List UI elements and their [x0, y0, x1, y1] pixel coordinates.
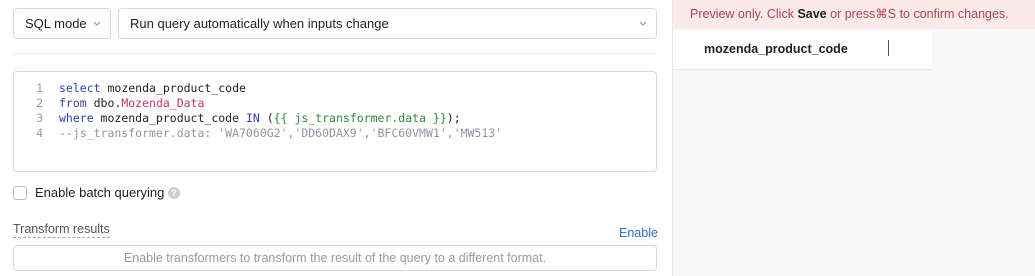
code-token: IN	[245, 111, 260, 125]
code-token: (	[259, 111, 274, 125]
chevron-down-icon	[639, 21, 647, 26]
code-token: mozenda_product_code	[93, 111, 246, 125]
code-line[interactable]: 4 --js_transformer.data: 'WA7060G2','DD60…	[14, 126, 656, 141]
banner-save: Save	[797, 7, 827, 21]
code-token: select	[59, 81, 101, 95]
code-token: --js_transformer.data: 'WA7060G2','DD60D…	[59, 126, 503, 140]
batch-querying-label: Enable batch querying	[35, 185, 165, 200]
chevron-down-icon	[93, 21, 101, 26]
question-circle-icon[interactable]: ?	[168, 187, 180, 199]
code-line[interactable]: 2 from dbo.Mozenda_Data	[14, 96, 656, 111]
sql-code-editor[interactable]: 1 select mozenda_product_code 2 from dbo.Mo…	[13, 71, 657, 172]
preview-panel: Preview only. Click Save or press⌘S to c…	[672, 0, 1035, 276]
banner-prefix: Preview only. Click	[690, 7, 798, 21]
code-token: Mozenda_Data	[121, 96, 205, 110]
run-trigger-value: Run query automatically when inputs chan…	[130, 16, 389, 31]
code-text: select mozenda_product_code	[59, 81, 246, 96]
code-token: );	[446, 111, 461, 125]
code-line[interactable]: 1 select mozenda_product_code	[14, 81, 656, 96]
preview-banner: Preview only. Click Save or press⌘S to c…	[673, 0, 1035, 29]
query-editor-panel: SQL mode Run query automatically when in…	[0, 0, 671, 276]
code-token: dbo.	[86, 96, 122, 110]
column-resize-handle[interactable]	[888, 40, 889, 56]
code-text: from dbo.Mozenda_Data	[59, 96, 204, 111]
line-number: 2	[36, 96, 43, 110]
line-number: 4	[36, 126, 43, 140]
code-line[interactable]: 3 where mozenda_product_code IN ({{ js_tr…	[14, 111, 656, 126]
query-mode-value: SQL mode	[25, 16, 87, 31]
code-token: where	[59, 111, 94, 125]
result-table: mozenda_product_code	[673, 31, 932, 70]
column-header[interactable]: mozenda_product_code	[704, 42, 848, 56]
batch-querying-checkbox[interactable]	[13, 186, 27, 200]
query-mode-select[interactable]: SQL mode	[13, 8, 111, 39]
line-number: 1	[36, 81, 43, 95]
code-token: mozenda_product_code	[100, 81, 246, 95]
transform-results-placeholder[interactable]: Enable transformers to transform the res…	[13, 245, 657, 271]
line-number: 3	[36, 111, 43, 125]
code-text: --js_transformer.data: 'WA7060G2','DD60D…	[59, 126, 502, 141]
run-trigger-select[interactable]: Run query automatically when inputs chan…	[118, 8, 657, 39]
code-text: where mozenda_product_code IN ({{ js_tra…	[59, 111, 461, 126]
section-divider	[13, 53, 657, 54]
enable-transformer-link[interactable]: Enable	[619, 226, 658, 240]
code-token: from	[59, 96, 87, 110]
transform-results-label: Transform results	[13, 222, 110, 238]
code-token: {{ js_transformer.data }}	[273, 111, 447, 125]
banner-suffix: or press⌘S to confirm changes.	[826, 7, 1009, 21]
